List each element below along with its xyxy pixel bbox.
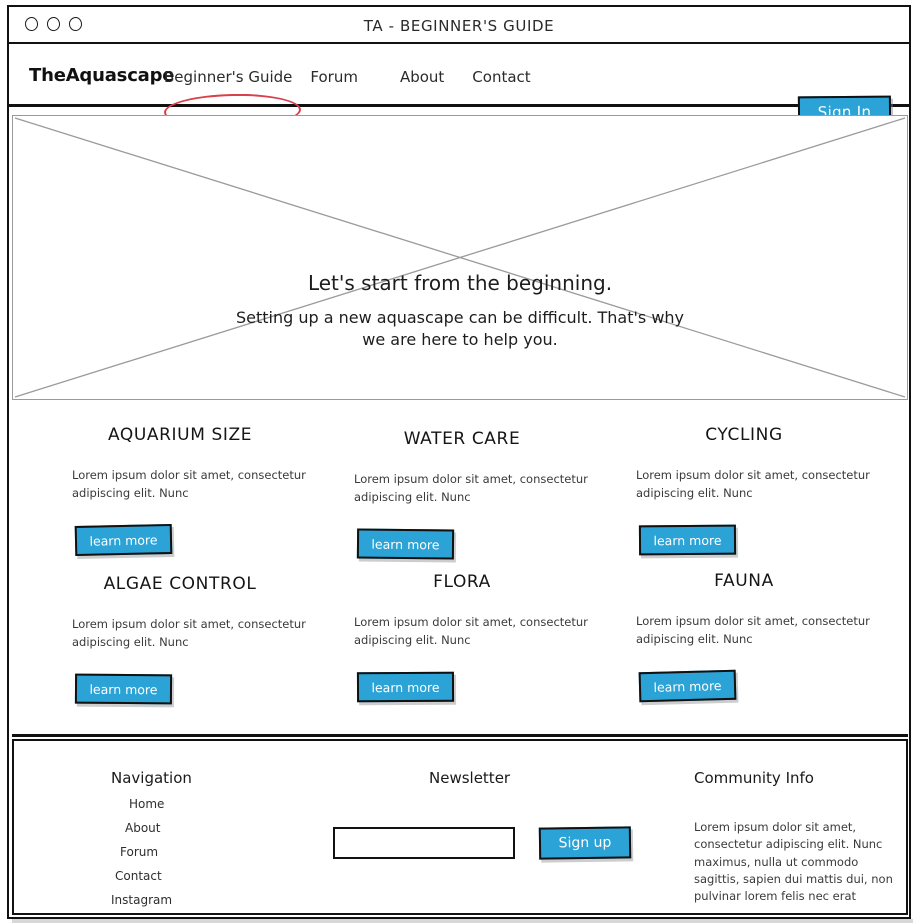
nav-item-about[interactable]: About bbox=[400, 68, 444, 86]
hero-image-placeholder: Let's start from the beginning. Setting … bbox=[12, 115, 908, 400]
footer-link-home[interactable]: Home bbox=[129, 797, 192, 811]
site-navbar: TheAquascape Beginner's Guide Forum Abou… bbox=[9, 44, 909, 130]
footer-link-forum[interactable]: Forum bbox=[120, 845, 192, 859]
footer-link-about[interactable]: About bbox=[125, 821, 192, 835]
brand-logo[interactable]: TheAquascape bbox=[29, 65, 175, 86]
feature-card-title: CYCLING bbox=[705, 425, 783, 445]
nav-item-forum[interactable]: Forum bbox=[310, 68, 358, 86]
placeholder-x-icon bbox=[14, 117, 906, 398]
feature-card-algae-control: ALGAE CONTROL Lorem ipsum dolor sit amet… bbox=[40, 574, 320, 704]
feature-card-body: Lorem ipsum dolor sit amet, consectetur … bbox=[354, 615, 588, 647]
learn-more-button[interactable]: learn more bbox=[356, 671, 455, 702]
footer-community-body: Lorem ipsum dolor sit amet, consectetur … bbox=[694, 820, 893, 903]
feature-card-body: Lorem ipsum dolor sit amet, consectetur … bbox=[354, 472, 588, 504]
learn-more-button[interactable]: learn more bbox=[74, 673, 173, 704]
learn-more-button[interactable]: learn more bbox=[638, 524, 737, 555]
learn-more-button[interactable]: learn more bbox=[356, 528, 455, 560]
learn-more-button[interactable]: learn more bbox=[638, 669, 737, 702]
feature-card-fauna: FAUNA Lorem ipsum dolor sit amet, consec… bbox=[604, 571, 884, 702]
footer-newsletter-title: Newsletter bbox=[429, 769, 511, 787]
footer-link-instagram[interactable]: Instagram bbox=[111, 893, 192, 907]
nav-item-contact[interactable]: Contact bbox=[472, 68, 530, 86]
newsletter-form: Sign up bbox=[333, 826, 632, 860]
feature-card-title: WATER CARE bbox=[403, 429, 521, 449]
sign-up-button[interactable]: Sign up bbox=[538, 826, 632, 860]
footer-link-contact[interactable]: Contact bbox=[115, 869, 192, 883]
window-title: TA - BEGINNER'S GUIDE bbox=[363, 17, 555, 35]
site-footer: Navigation Home About Forum Contact Inst… bbox=[12, 739, 908, 915]
feature-card-body: Lorem ipsum dolor sit amet, consectetur … bbox=[636, 468, 870, 500]
nav-item-beginners-guide[interactable]: Beginner's Guide bbox=[164, 68, 292, 86]
browser-window-frame: TA - BEGINNER'S GUIDE TheAquascape Begin… bbox=[7, 5, 913, 923]
footer-newsletter-column: Newsletter Sign up bbox=[333, 769, 632, 860]
nav-links: Beginner's Guide Forum About Contact bbox=[164, 68, 531, 86]
window-titlebar: TA - BEGINNER'S GUIDE bbox=[9, 7, 909, 44]
feature-cards-grid: AQUARIUM SIZE Lorem ipsum dolor sit amet… bbox=[12, 407, 908, 737]
feature-card-flora: FLORA Lorem ipsum dolor sit amet, consec… bbox=[322, 572, 602, 702]
footer-community-title: Community Info bbox=[694, 769, 814, 787]
feature-card-body: Lorem ipsum dolor sit amet, consectetur … bbox=[72, 617, 306, 649]
feature-card-title: FAUNA bbox=[714, 571, 774, 591]
footer-community-column: Community Info Lorem ipsum dolor sit ame… bbox=[694, 769, 894, 905]
feature-card-title: FLORA bbox=[433, 572, 491, 592]
feature-card-cycling: CYCLING Lorem ipsum dolor sit amet, cons… bbox=[604, 425, 884, 555]
footer-navigation-title: Navigation bbox=[111, 769, 192, 787]
footer-navigation-column: Navigation Home About Forum Contact Inst… bbox=[111, 769, 192, 917]
feature-card-title: ALGAE CONTROL bbox=[103, 574, 257, 594]
feature-card-aquarium-size: AQUARIUM SIZE Lorem ipsum dolor sit amet… bbox=[40, 425, 320, 556]
feature-card-title: AQUARIUM SIZE bbox=[107, 425, 253, 445]
feature-card-body: Lorem ipsum dolor sit amet, consectetur … bbox=[636, 614, 870, 646]
wireframe-mockup: TA - BEGINNER'S GUIDE TheAquascape Begin… bbox=[0, 0, 918, 924]
newsletter-email-input[interactable] bbox=[333, 827, 515, 859]
feature-card-water-care: WATER CARE Lorem ipsum dolor sit amet, c… bbox=[322, 429, 602, 560]
feature-card-body: Lorem ipsum dolor sit amet, consectetur … bbox=[72, 468, 306, 500]
learn-more-button[interactable]: learn more bbox=[74, 523, 173, 556]
